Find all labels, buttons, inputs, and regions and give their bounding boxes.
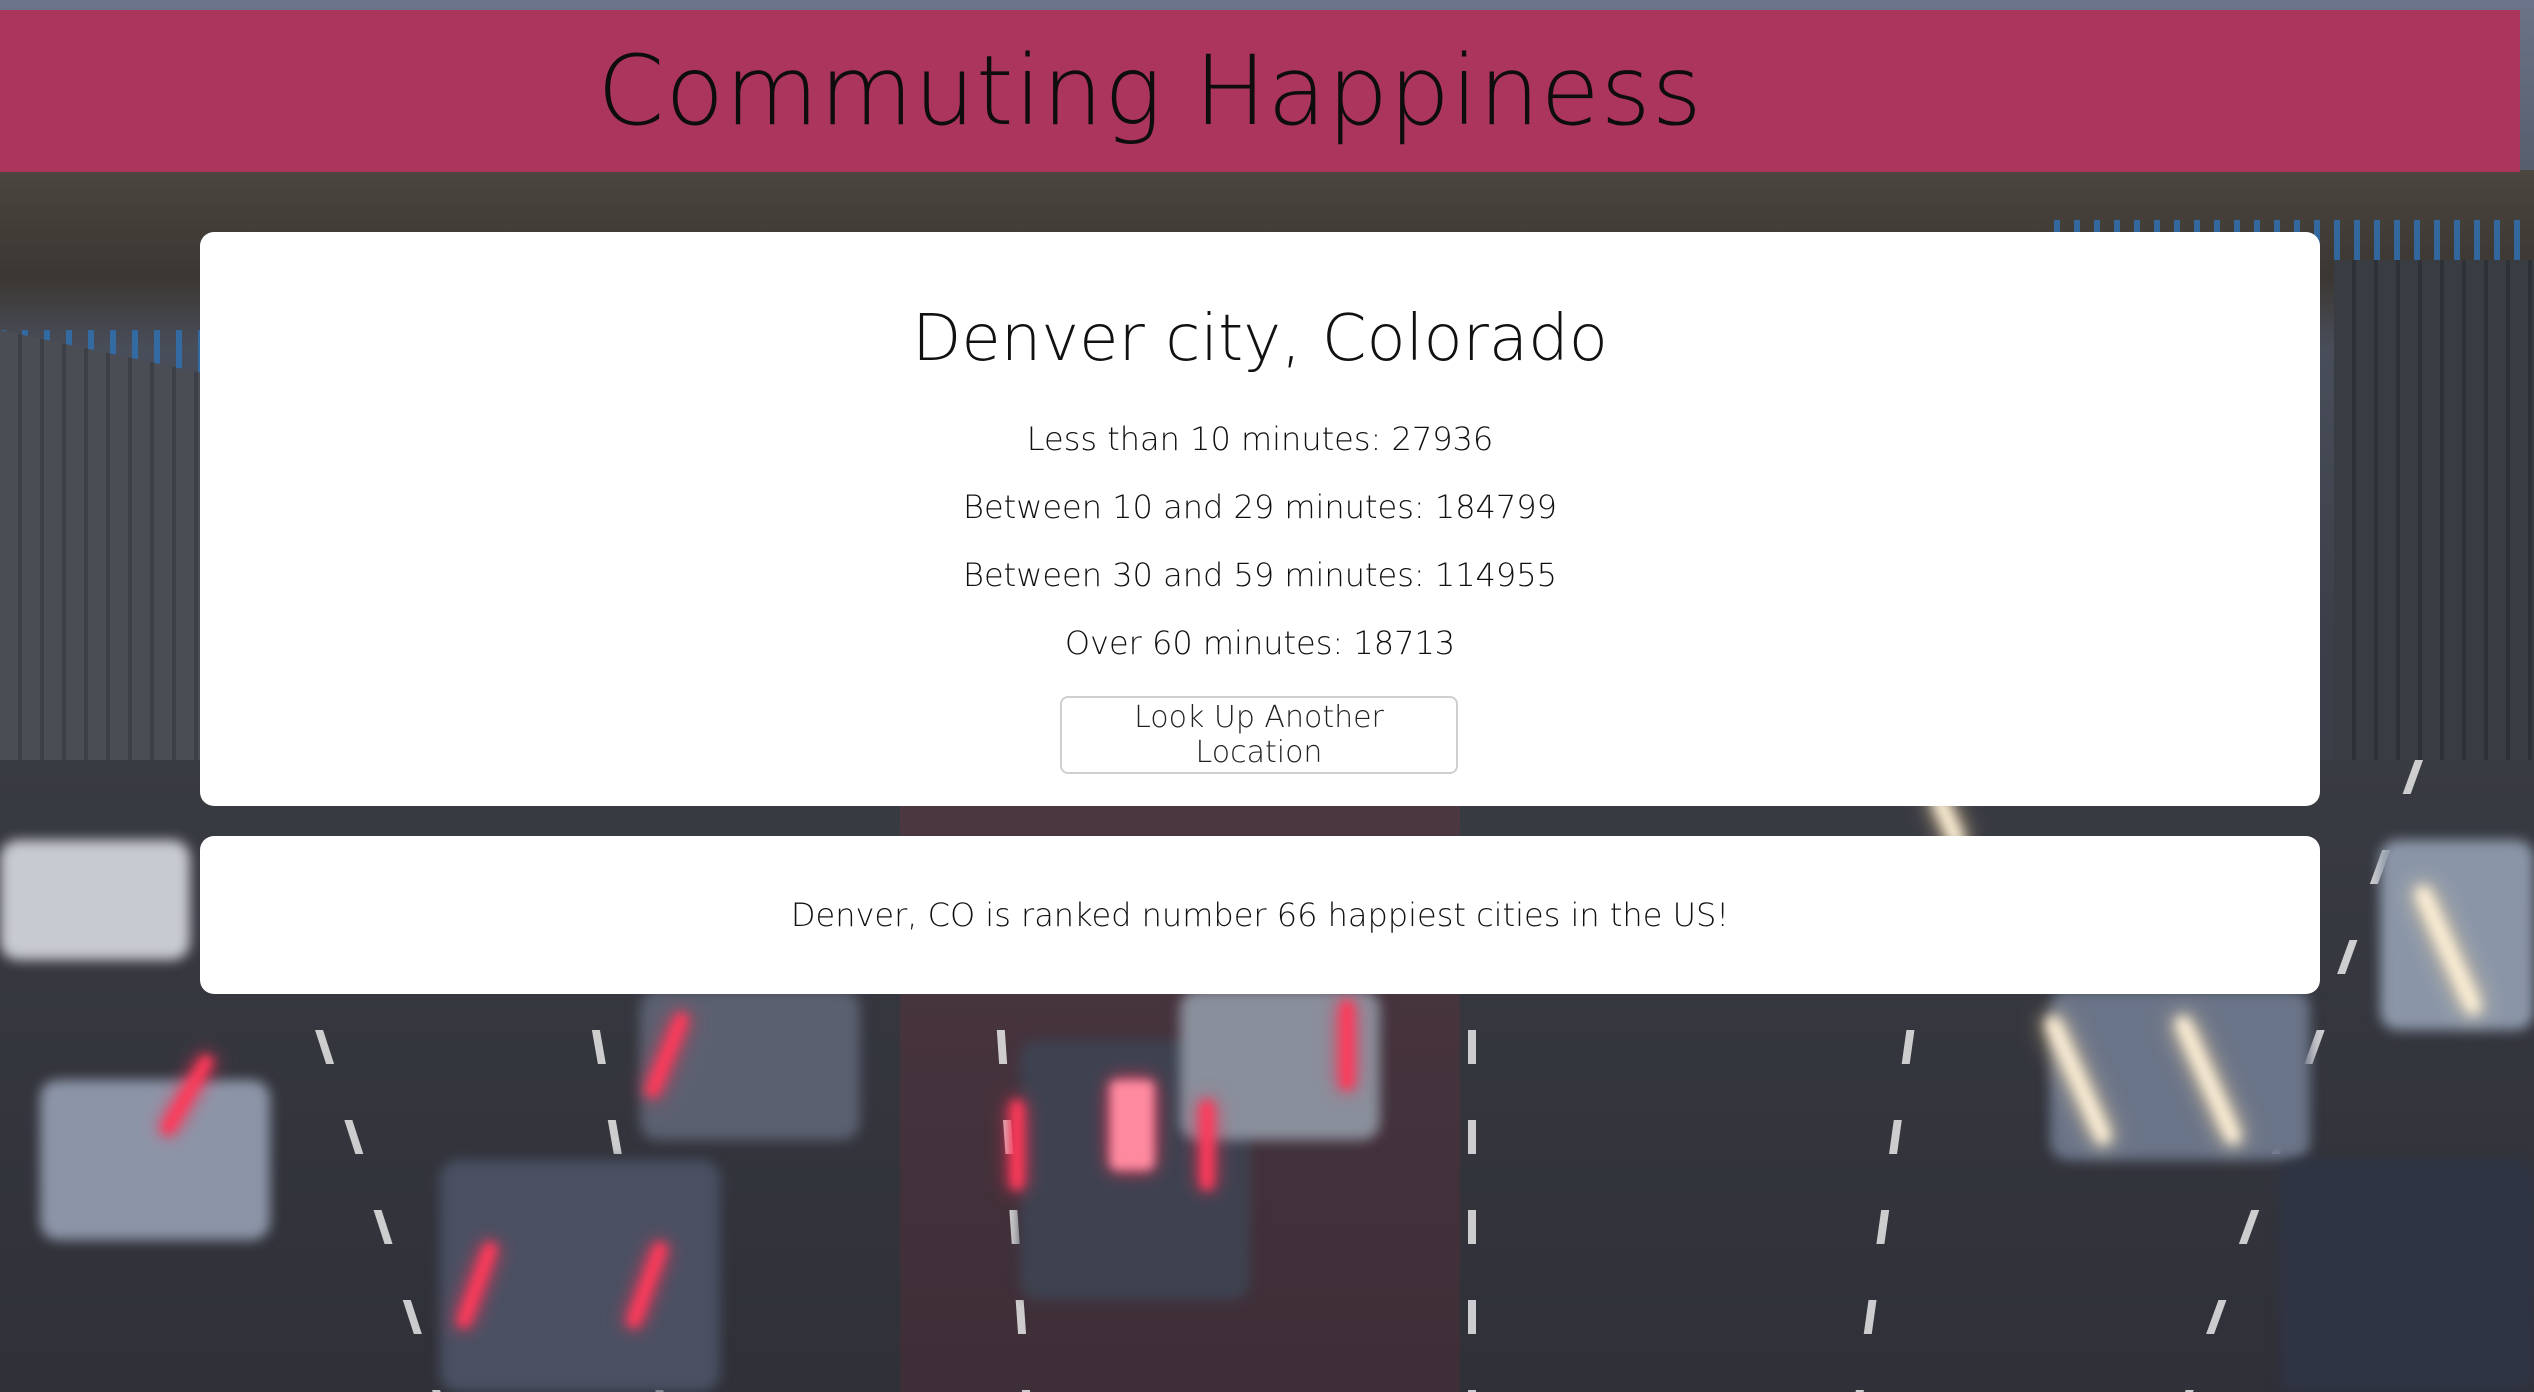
stat-over-60-minutes: Over 60 minutes: 18713 bbox=[1064, 624, 1456, 662]
results-card: Denver city, Colorado Less than 10 minut… bbox=[200, 232, 2320, 806]
ranking-card: Denver, CO is ranked number 66 happiest … bbox=[200, 836, 2320, 994]
look-up-another-location-button[interactable]: Look Up Another Location bbox=[1060, 696, 1458, 774]
header-bar: Commuting Happiness bbox=[0, 10, 2520, 172]
stat-under-10-minutes: Less than 10 minutes: 27936 bbox=[1026, 420, 1494, 458]
page: Commuting Happiness Denver city, Colorad… bbox=[0, 0, 2534, 1392]
ranking-text: Denver, CO is ranked number 66 happiest … bbox=[790, 896, 1730, 934]
location-title: Denver city, Colorado bbox=[912, 302, 1608, 376]
page-title: Commuting Happiness bbox=[597, 35, 1703, 147]
stat-10-to-29-minutes: Between 10 and 29 minutes: 184799 bbox=[963, 488, 1557, 526]
stat-30-to-59-minutes: Between 30 and 59 minutes: 114955 bbox=[963, 556, 1557, 594]
